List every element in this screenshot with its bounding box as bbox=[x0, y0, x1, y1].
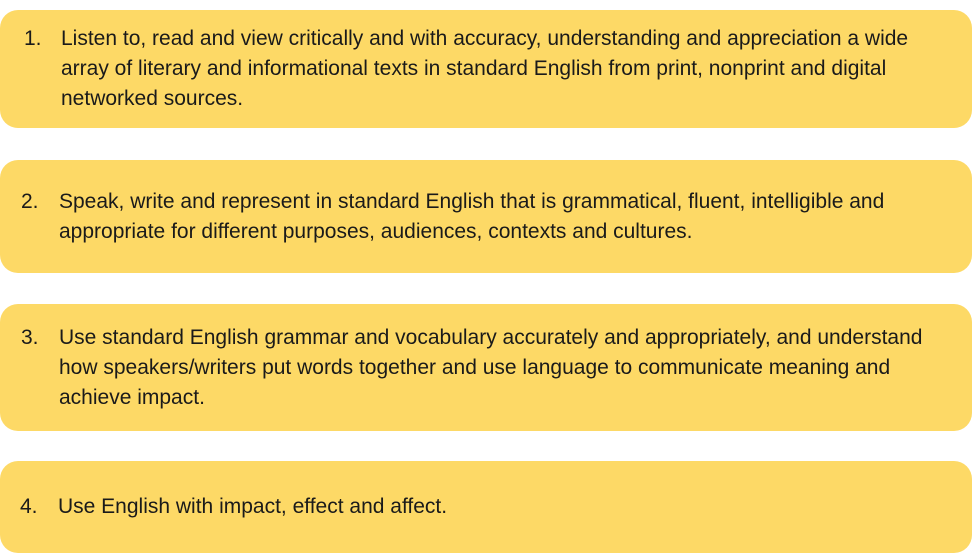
outcome-card-3: 3. Use standard English grammar and voca… bbox=[0, 304, 972, 431]
outcome-number: 2. bbox=[21, 189, 39, 213]
outcome-card-4: 4. Use English with impact, effect and a… bbox=[0, 461, 972, 553]
outcome-text: Use English with impact, effect and affe… bbox=[58, 495, 448, 518]
outcome-number: 3. bbox=[21, 325, 39, 349]
outcome-card-2: 2. Speak, write and represent in standar… bbox=[0, 160, 972, 273]
outcome-item: 1. Listen to, read and view critically a… bbox=[24, 24, 942, 114]
outcome-item: 2. Speak, write and represent in standar… bbox=[21, 187, 932, 247]
outcome-text: Use standard English grammar and vocabul… bbox=[59, 325, 923, 409]
outcome-text: Speak, write and represent in standard E… bbox=[59, 189, 885, 243]
outcome-item: 3. Use standard English grammar and voca… bbox=[21, 323, 932, 413]
outcome-number: 4. bbox=[20, 495, 38, 518]
outcome-text: Listen to, read and view critically and … bbox=[61, 27, 909, 110]
outcome-card-1: 1. Listen to, read and view critically a… bbox=[0, 10, 972, 128]
outcome-number: 1. bbox=[24, 27, 42, 50]
outcome-item: 4. Use English with impact, effect and a… bbox=[20, 492, 447, 522]
